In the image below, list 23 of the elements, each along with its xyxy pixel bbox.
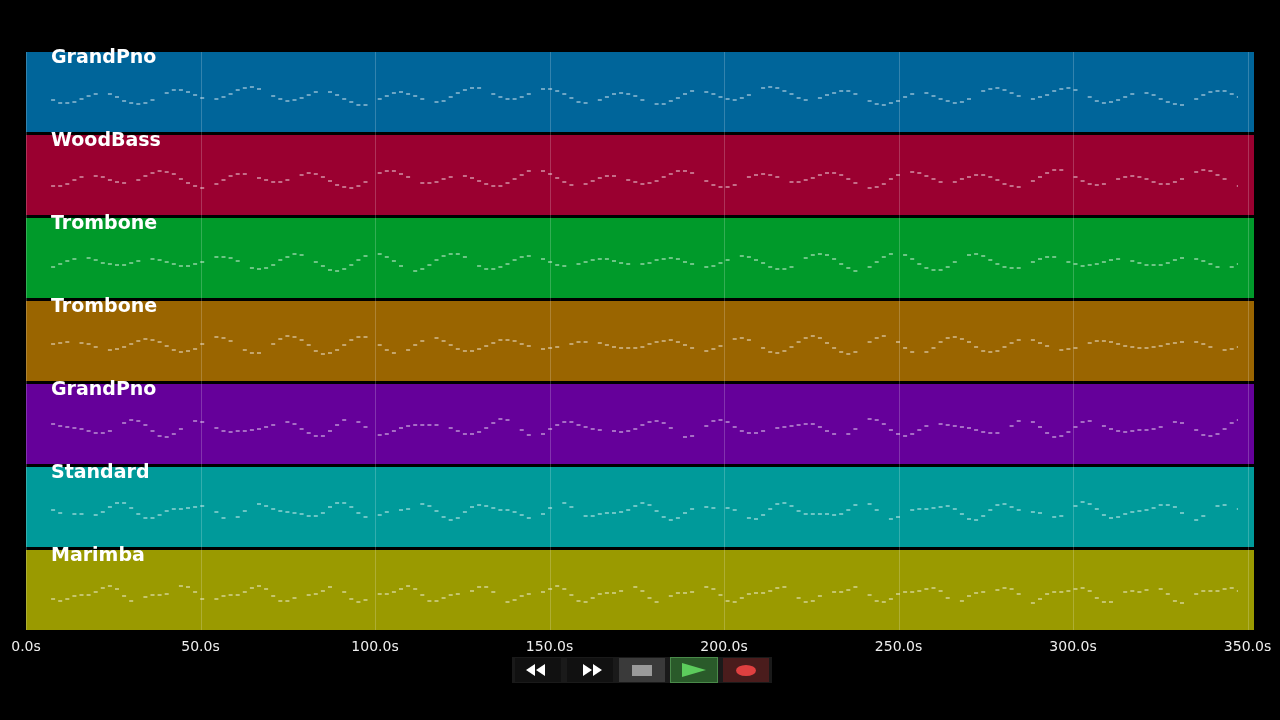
time-tick-label: 100.0s (351, 638, 399, 654)
track-name: Trombone (51, 294, 158, 316)
track-name: Marimba (51, 543, 145, 565)
track-name: Trombone (51, 211, 158, 233)
stop-button[interactable] (619, 658, 665, 682)
time-tick-label: 150.0s (525, 638, 574, 654)
time-tick-label: 50.0s (181, 638, 220, 654)
rewind-button[interactable] (515, 658, 561, 682)
record-button[interactable] (723, 658, 769, 682)
fast-forward-button[interactable] (567, 658, 613, 682)
time-tick-label: 200.0s (700, 638, 748, 654)
track-name: GrandPno (51, 45, 157, 67)
time-tick-label: 250.0s (874, 638, 923, 654)
time-tick-label: 350.0s (1223, 638, 1272, 654)
time-tick-label: 0.0s (11, 638, 41, 654)
play-icon (682, 663, 706, 677)
time-tick-label: 300.0s (1049, 638, 1097, 654)
stop-icon (632, 664, 652, 676)
track-name: GrandPno (51, 377, 157, 399)
record-icon (736, 664, 756, 676)
play-button[interactable] (671, 658, 717, 682)
track-name: Standard (51, 460, 150, 482)
track-name: WoodBass (51, 128, 161, 150)
